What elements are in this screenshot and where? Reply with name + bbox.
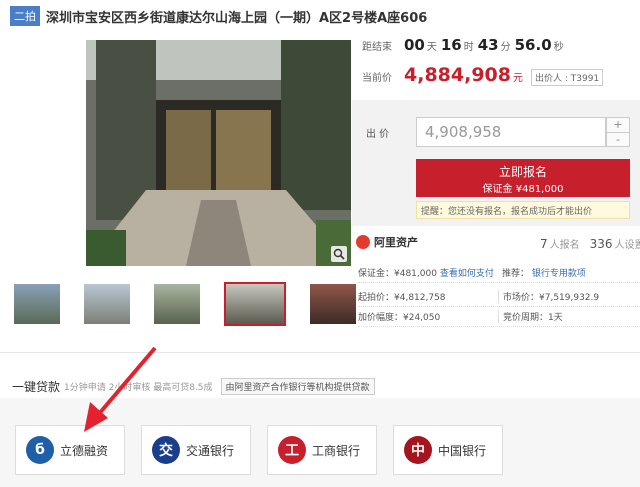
loan-header: 一键贷款 1分钟申请 2小时审核 最高可贷8.5成 由阿里资产合作银行等机构提供…	[12, 378, 375, 395]
deposit-label: 保证金 ¥481,000	[482, 184, 564, 195]
title-bar: 二拍 深圳市宝安区西乡街道康达尔山海上园（一期）A区2号楼A座606	[10, 6, 427, 26]
countdown-minutes: 43	[477, 36, 499, 54]
page-title: 深圳市宝安区西乡街道康达尔山海上园（一期）A区2号楼A座606	[46, 10, 428, 26]
bank-special-link[interactable]: 银行专用款项	[532, 269, 586, 279]
thumbnail-5[interactable]	[310, 284, 356, 324]
bocom-logo-icon: 交	[152, 436, 180, 464]
platform-brand: 阿里资产	[356, 234, 418, 250]
apply-now-label: 立即报名	[498, 165, 547, 179]
countdown-row: 距结束 00 天 16 时 43 分 56.0 秒	[362, 36, 568, 54]
section-divider	[0, 352, 640, 353]
platform-name: 阿里资产	[374, 236, 418, 249]
recommend-cell: 推荐： 银行专用款项	[498, 266, 640, 279]
price-unit: 元	[512, 73, 523, 84]
current-price-row: 当前价 4,884,908 元 出价人 : T3991	[362, 64, 604, 86]
thumbnail-4-selected[interactable]	[224, 282, 286, 326]
seconds-unit: 秒	[553, 42, 564, 53]
ali-asset-logo-icon	[356, 235, 370, 249]
bank-card-bocom[interactable]: 交 交通银行	[141, 425, 251, 475]
auction-round-tag: 二拍	[10, 6, 40, 26]
registration-notice: 提醒：您还没有报名，报名成功后才能出价	[416, 201, 630, 219]
bid-amount-input[interactable]: 4,908,958	[416, 117, 606, 147]
loan-provider-note: 由阿里资产合作银行等机构提供贷款	[220, 378, 375, 395]
detail-row: 加价幅度：¥24,050 竞价周期：1天	[358, 307, 640, 327]
hours-unit: 时	[463, 42, 474, 53]
bid-panel: 出 价 4,908,958 + - 立即报名 保证金 ¥481,000 提醒：您…	[352, 100, 640, 226]
bidding-period: 竞价周期：1天	[498, 310, 640, 323]
bank-name: 中国银行	[438, 443, 487, 458]
magnifier-icon[interactable]	[331, 246, 347, 262]
entrance-photo	[86, 40, 351, 266]
auction-stats: 7 人报名 336 人设置	[540, 236, 640, 251]
bank-card-lide[interactable]: б 立德融资	[15, 425, 125, 475]
lide-logo-icon: б	[26, 436, 54, 464]
countdown-seconds: 56.0	[514, 36, 552, 54]
applicants-label: 人报名	[549, 240, 580, 251]
start-price: 起拍价：¥4,812,758	[358, 293, 446, 303]
bank-card-boc[interactable]: 中 中国银行	[393, 425, 503, 475]
market-price: 市场价：¥7,519,932.9	[498, 290, 640, 303]
current-price: 4,884,908	[404, 64, 511, 86]
decrease-bid-button[interactable]: -	[607, 131, 629, 147]
bidder-badge: 出价人 : T3991	[530, 69, 604, 86]
thumbnail-3[interactable]	[154, 284, 200, 324]
applicants-count: 7	[540, 237, 548, 251]
loan-title: 一键贷款	[12, 380, 61, 394]
increase-bid-button[interactable]: +	[607, 118, 629, 132]
icbc-logo-icon: 工	[278, 436, 306, 464]
countdown-label: 距结束	[362, 42, 392, 53]
countdown-hours: 16	[440, 36, 462, 54]
thumbnail-2[interactable]	[84, 284, 130, 324]
bid-label: 出 价	[366, 129, 390, 140]
watchers-count: 336	[589, 237, 613, 251]
thumbnail-strip	[14, 282, 356, 326]
bank-card-icbc[interactable]: 工 工商银行	[267, 425, 377, 475]
countdown-timer: 00 天 16 时 43 分 56.0 秒	[404, 36, 568, 54]
thumbnail-1[interactable]	[14, 284, 60, 324]
detail-row: 起拍价：¥4,812,758 市场价：¥7,519,932.9	[358, 287, 640, 307]
boc-logo-icon: 中	[404, 436, 432, 464]
watchers-label: 人设置	[614, 240, 640, 251]
bank-list: б 立德融资 交 交通银行 工 工商银行 中 中国银行	[15, 425, 503, 475]
bank-name: 交通银行	[186, 443, 235, 458]
auction-details: 保证金：¥481,000 查看如何支付 推荐： 银行专用款项 起拍价：¥4,81…	[358, 263, 640, 327]
recommend-text: 推荐：	[502, 269, 530, 279]
bank-name: 工商银行	[312, 443, 361, 458]
apply-now-button[interactable]: 立即报名 保证金 ¥481,000	[416, 159, 630, 197]
bid-stepper: + -	[606, 117, 630, 147]
main-photo[interactable]	[86, 40, 351, 266]
current-price-label: 当前价	[362, 73, 392, 84]
days-unit: 天	[426, 42, 437, 53]
loan-subtitle: 1分钟申请 2小时审核 最高可贷8.5成	[64, 383, 213, 393]
increment: 加价幅度：¥24,050	[358, 313, 441, 323]
detail-row: 保证金：¥481,000 查看如何支付 推荐： 银行专用款项	[358, 263, 640, 283]
auction-page: 二拍 深圳市宝安区西乡街道康达尔山海上园（一期）A区2号楼A座606 距结束 0…	[0, 0, 640, 487]
deposit-text: 保证金：¥481,000	[358, 269, 437, 279]
bank-name: 立德融资	[60, 443, 109, 458]
minutes-unit: 分	[500, 42, 511, 53]
how-to-pay-link[interactable]: 查看如何支付	[440, 269, 494, 279]
countdown-days: 00	[404, 36, 425, 54]
deposit-cell: 保证金：¥481,000 查看如何支付	[358, 266, 498, 279]
